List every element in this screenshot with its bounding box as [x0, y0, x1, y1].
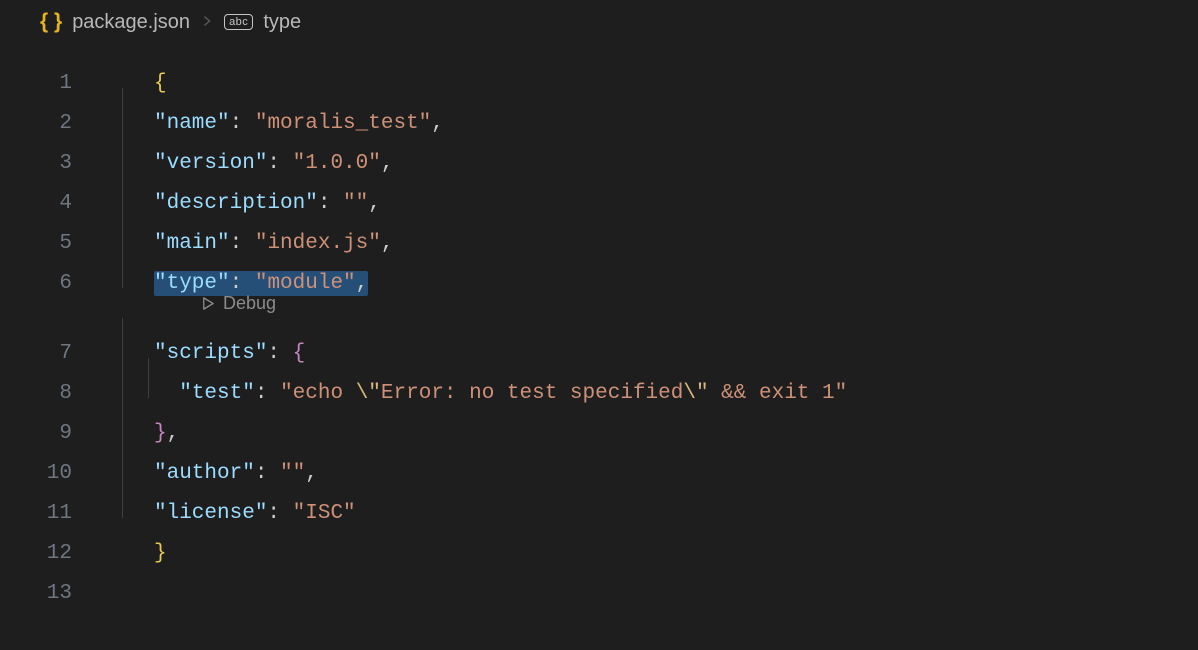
string-type-icon: abc: [224, 14, 253, 30]
line-number: 7: [0, 334, 78, 374]
code-content[interactable]: },: [154, 414, 179, 454]
chevron-right-icon: [200, 12, 214, 33]
code-content[interactable]: "description": "",: [154, 184, 381, 224]
breadcrumb[interactable]: { } package.json abc type: [0, 0, 1198, 44]
code-content[interactable]: "scripts": {: [154, 334, 305, 374]
line-number: 6: [0, 264, 78, 304]
line-number: 3: [0, 144, 78, 184]
code-line: 7 "scripts": {: [0, 318, 1198, 358]
code-line: 10 "author": "",: [0, 438, 1198, 478]
code-line: 2 "name": "moralis_test",: [0, 88, 1198, 128]
code-content[interactable]: }: [154, 534, 167, 574]
line-number: 1: [0, 64, 78, 104]
breadcrumb-property: type: [263, 11, 301, 34]
code-content[interactable]: "main": "index.js",: [154, 224, 393, 264]
code-editor[interactable]: 1 { 2 "name": "moralis_test", 3 "version…: [0, 44, 1198, 598]
line-number: 8: [0, 374, 78, 414]
code-content[interactable]: "license": "ISC": [154, 494, 356, 534]
debug-label: Debug: [223, 288, 276, 318]
line-number: 2: [0, 104, 78, 144]
code-content[interactable]: "test": "echo \"Error: no test specified…: [154, 374, 847, 414]
line-number: 13: [0, 574, 78, 614]
code-line: 1 {: [0, 48, 1198, 88]
line-number: 12: [0, 534, 78, 574]
breadcrumb-file: package.json: [72, 11, 190, 34]
line-number: 10: [0, 454, 78, 494]
code-content[interactable]: {: [154, 64, 167, 104]
line-number: 4: [0, 184, 78, 224]
code-content[interactable]: "name": "moralis_test",: [154, 104, 444, 144]
code-line: 13: [0, 558, 1198, 598]
play-icon: [200, 296, 215, 311]
code-content[interactable]: "version": "1.0.0",: [154, 144, 393, 184]
json-icon: { }: [40, 10, 62, 34]
code-content[interactable]: "author": "",: [154, 454, 318, 494]
line-number: 5: [0, 224, 78, 264]
line-number: 11: [0, 494, 78, 534]
line-number: 9: [0, 414, 78, 454]
